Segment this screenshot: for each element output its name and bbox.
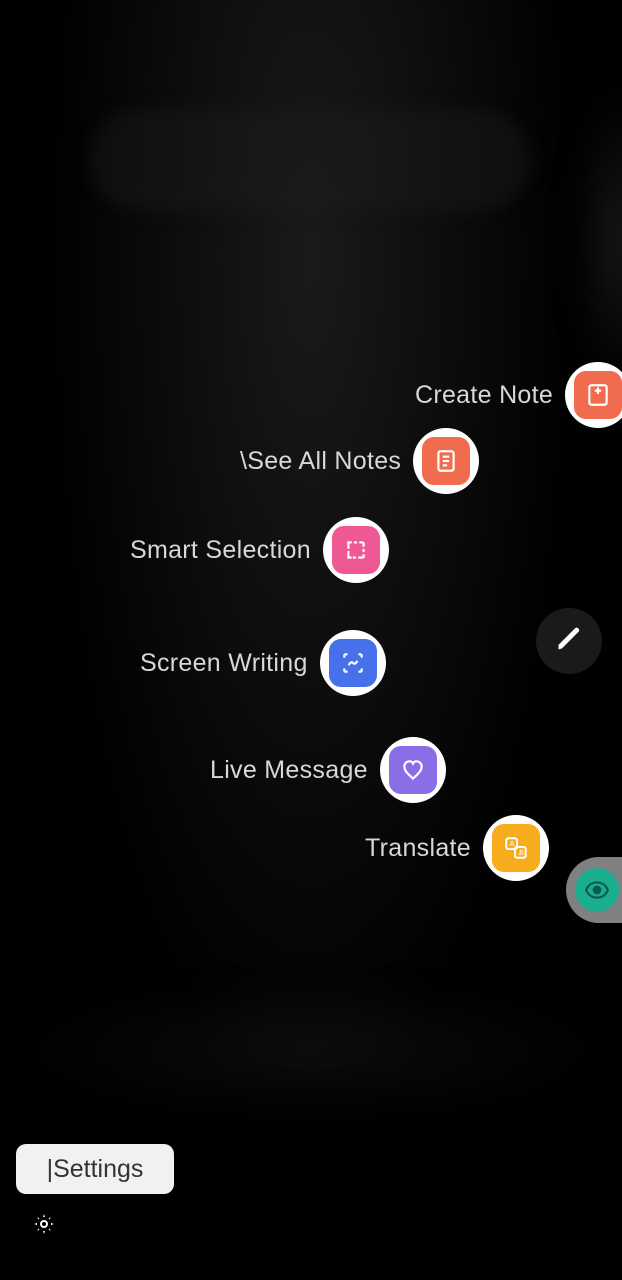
- eye-edge-button[interactable]: [566, 857, 622, 923]
- live-message-icon: [389, 746, 437, 794]
- menu-label-screen-writing: Screen Writing: [140, 649, 308, 678]
- create-note-icon: [574, 371, 622, 419]
- menu-label-create-note: Create Note: [415, 381, 553, 410]
- eye-icon: [575, 868, 619, 912]
- gear-icon: [32, 1212, 56, 1241]
- pen-icon: [555, 625, 583, 658]
- background-pill: [90, 110, 530, 210]
- screen-writing-icon: [329, 639, 377, 687]
- menu-item-screen-writing[interactable]: Screen Writing: [140, 630, 386, 696]
- menu-item-translate[interactable]: Translate A あ: [365, 815, 549, 881]
- menu-label-live-message: Live Message: [210, 756, 368, 785]
- gear-button[interactable]: [30, 1212, 58, 1240]
- icon-circle-see-all-notes: [413, 428, 479, 494]
- svg-text:あ: あ: [518, 849, 525, 857]
- icon-circle-create-note: [565, 362, 622, 428]
- background-glow-bottom: [0, 980, 622, 1120]
- svg-text:A: A: [509, 839, 515, 848]
- menu-item-see-all-notes[interactable]: \See All Notes: [240, 428, 479, 494]
- see-all-notes-icon: [422, 437, 470, 485]
- pen-fab-button[interactable]: [536, 608, 602, 674]
- icon-circle-translate: A あ: [483, 815, 549, 881]
- settings-label: |Settings: [47, 1155, 144, 1184]
- icon-circle-screen-writing: [320, 630, 386, 696]
- menu-item-smart-selection[interactable]: Smart Selection: [130, 517, 389, 583]
- translate-icon: A あ: [492, 824, 540, 872]
- smart-selection-icon: [332, 526, 380, 574]
- menu-item-create-note[interactable]: Create Note: [415, 362, 622, 428]
- menu-item-live-message[interactable]: Live Message: [210, 737, 446, 803]
- menu-label-see-all-notes: \See All Notes: [240, 447, 401, 476]
- icon-circle-live-message: [380, 737, 446, 803]
- settings-button[interactable]: |Settings: [16, 1144, 174, 1194]
- menu-label-translate: Translate: [365, 834, 471, 863]
- menu-label-smart-selection: Smart Selection: [130, 536, 311, 565]
- icon-circle-smart-selection: [323, 517, 389, 583]
- background-glow-right: [582, 80, 622, 400]
